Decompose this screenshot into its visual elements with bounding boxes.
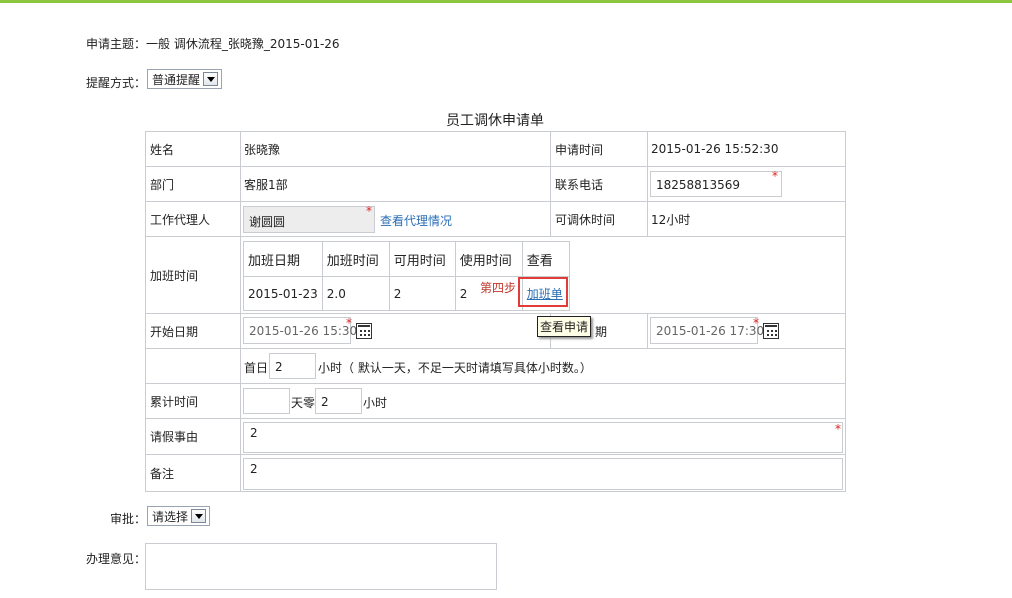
approval-select-value: 请选择 xyxy=(152,509,189,524)
calendar-icon[interactable] xyxy=(763,323,779,339)
total-hours-input[interactable]: 2 xyxy=(315,388,362,414)
overtime-date: 2015-01-23 xyxy=(243,276,323,311)
required-star: * xyxy=(772,169,778,183)
name-label: 姓名 xyxy=(145,131,241,167)
dept-label: 部门 xyxy=(145,166,241,202)
total-days-input[interactable] xyxy=(243,388,290,414)
available-label: 可调休时间 xyxy=(550,201,648,237)
row-first-day: 首日 2 小时（ 默认一天，不足一天时请填写具体小时数。） xyxy=(145,348,846,384)
first-day-label: 首日 xyxy=(244,361,269,375)
row-dept: 部门 客服1部 联系电话 18258813569 * xyxy=(145,166,846,202)
required-star: * xyxy=(346,316,352,330)
row-total: 累计时间 天零 2 小时 xyxy=(145,383,846,419)
overtime-available: 2 xyxy=(388,276,456,311)
first-day-input-value: 2 xyxy=(275,360,283,374)
dropdown-arrow-icon[interactable] xyxy=(191,509,207,523)
leave-form-table: 姓名 张晓豫 申请时间 2015-01-26 15:52:30 部门 客服1部 … xyxy=(145,131,846,492)
end-date-input[interactable]: 2015-01-26 17:30 xyxy=(650,317,764,344)
step-annotation: 第四步 xyxy=(480,281,517,295)
hours-unit: 小时 xyxy=(363,396,388,410)
remark-textarea[interactable]: 2 xyxy=(243,458,843,490)
start-cell: 2015-01-26 15:30 * xyxy=(240,313,551,349)
total-label: 累计时间 xyxy=(145,383,241,419)
row-overtime: 加班时间 加班日期 加班时间 可用时间 使用时间 查看 2015-01-23 2… xyxy=(145,236,846,314)
remind-select[interactable]: 普通提醒 xyxy=(147,69,222,89)
overtime-header-row: 加班日期 加班时间 可用时间 使用时间 查看 xyxy=(243,241,570,277)
form-title: 员工调休申请单 xyxy=(446,113,544,129)
phone-input[interactable]: 18258813569 xyxy=(650,171,782,197)
remind-select-value: 普通提醒 xyxy=(152,72,201,87)
overtime-col-date: 加班日期 xyxy=(243,241,323,277)
remark-textarea-value: 2 xyxy=(250,462,258,476)
subject-value: 一般 调休流程_张晓豫_2015-01-26 xyxy=(146,37,340,51)
reason-cell: 2 * xyxy=(240,418,846,455)
row-reason: 请假事由 2 * xyxy=(145,418,846,455)
apply-time-value: 2015-01-26 15:52:30 xyxy=(647,131,846,167)
overtime-col-used: 使用时间 xyxy=(454,241,523,277)
first-day-input[interactable]: 2 xyxy=(269,353,316,379)
tooltip: 查看申请 xyxy=(537,316,592,337)
overtime-col-available: 可用时间 xyxy=(388,241,456,277)
total-hours-value: 2 xyxy=(321,395,329,409)
calendar-icon[interactable] xyxy=(356,323,372,339)
overtime-col-hours: 加班时间 xyxy=(321,241,390,277)
overtime-hours: 2.0 xyxy=(321,276,390,311)
subject-label: 申请主题： xyxy=(86,37,147,51)
total-cell: 天零 2 小时 xyxy=(240,383,846,419)
phone-label: 联系电话 xyxy=(550,166,648,202)
highlight-box xyxy=(518,277,568,307)
required-star: * xyxy=(835,422,841,436)
agent-input-value: 谢圆圆 xyxy=(249,215,286,229)
remark-cell: 2 xyxy=(240,454,846,492)
dept-value: 客服1部 xyxy=(240,166,551,202)
top-accent-bar xyxy=(0,0,1012,3)
opinion-textarea[interactable] xyxy=(145,543,497,590)
agent-label: 工作代理人 xyxy=(145,201,241,237)
subject-row: 申请主题：一般 调休流程_张晓豫_2015-01-26 xyxy=(86,35,340,52)
apply-time-label: 申请时间 xyxy=(550,131,648,167)
approval-label: 审批： xyxy=(110,512,147,526)
end-date-value: 2015-01-26 17:30 xyxy=(656,324,765,338)
phone-input-value: 18258813569 xyxy=(656,178,740,192)
view-agent-link[interactable]: 查看代理情况 xyxy=(380,212,452,229)
reason-textarea[interactable]: 2 xyxy=(243,422,843,453)
row-agent: 工作代理人 谢圆圆 * 查看代理情况 可调休时间 12小时 xyxy=(145,201,846,237)
required-star: * xyxy=(753,316,759,330)
agent-cell: 谢圆圆 * 查看代理情况 xyxy=(240,201,551,237)
name-value: 张晓豫 xyxy=(240,131,551,167)
approval-select[interactable]: 请选择 xyxy=(147,506,210,526)
dropdown-arrow-icon[interactable] xyxy=(203,72,219,86)
available-value: 12小时 xyxy=(647,201,846,237)
reason-label: 请假事由 xyxy=(145,418,241,455)
agent-input[interactable]: 谢圆圆 xyxy=(243,206,375,233)
phone-cell: 18258813569 * xyxy=(647,166,846,202)
empty-label-cell xyxy=(145,348,241,384)
end-cell: 2015-01-26 17:30 * xyxy=(647,313,846,349)
row-start: 开始日期 2015-01-26 15:30 * 期 2015-01-26 17:… xyxy=(145,313,846,349)
overtime-col-view: 查看 xyxy=(521,241,570,277)
row-remark: 备注 2 xyxy=(145,454,846,492)
opinion-label: 办理意见： xyxy=(86,552,147,566)
first-day-cell: 首日 2 小时（ 默认一天，不足一天时请填写具体小时数。） xyxy=(240,348,846,384)
first-day-hint: 小时（ 默认一天，不足一天时请填写具体小时数。） xyxy=(318,361,592,375)
remind-label: 提醒方式： xyxy=(86,76,147,90)
row-name: 姓名 张晓豫 申请时间 2015-01-26 15:52:30 xyxy=(145,131,846,167)
required-star: * xyxy=(366,204,372,218)
start-date-input[interactable]: 2015-01-26 15:30 xyxy=(243,317,357,344)
start-date-value: 2015-01-26 15:30 xyxy=(249,324,358,338)
overtime-label: 加班时间 xyxy=(145,236,241,314)
days-unit: 天零 xyxy=(291,396,316,410)
remark-label: 备注 xyxy=(145,454,241,492)
start-label: 开始日期 xyxy=(145,313,241,349)
reason-textarea-value: 2 xyxy=(250,426,258,440)
